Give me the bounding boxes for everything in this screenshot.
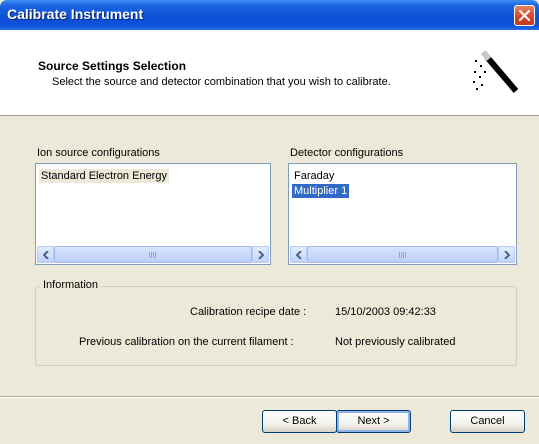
ion-source-listbox[interactable]: Standard Electron Energy: [35, 163, 271, 265]
scroll-thumb[interactable]: [54, 246, 252, 263]
close-button[interactable]: [514, 5, 535, 26]
divider: [0, 396, 539, 398]
list-item[interactable]: Standard Electron Energy: [39, 169, 169, 183]
detector-label: Detector configurations: [290, 147, 404, 159]
scroll-right-button[interactable]: [252, 246, 269, 263]
next-button[interactable]: Next >: [336, 410, 411, 433]
detector-listbox[interactable]: Faraday Multiplier 1: [288, 163, 517, 265]
close-icon: [519, 10, 530, 21]
window-title: Calibrate Instrument: [7, 6, 144, 22]
information-group: [35, 286, 517, 366]
scroll-right-button[interactable]: [498, 246, 515, 263]
header-subtitle: Select the source and detector combinati…: [52, 76, 391, 88]
back-button[interactable]: < Back: [262, 410, 337, 433]
ion-source-label: Ion source configurations: [37, 147, 160, 159]
magic-wand-icon: [473, 50, 519, 93]
calibrate-instrument-dialog: Calibrate Instrument Source Settings Sel…: [0, 0, 539, 444]
scroll-left-button[interactable]: [290, 246, 307, 263]
chevron-left-icon: [296, 251, 302, 259]
recipe-date-value: 15/10/2003 09:42:33: [335, 306, 436, 318]
previous-calibration-label: Previous calibration on the current fila…: [79, 336, 294, 348]
information-legend: Information: [40, 279, 102, 291]
title-bar[interactable]: Calibrate Instrument: [0, 0, 539, 30]
list-item-selected[interactable]: Multiplier 1: [292, 184, 350, 198]
list-item[interactable]: Faraday: [292, 169, 336, 183]
chevron-right-icon: [504, 251, 510, 259]
scroll-thumb[interactable]: [307, 246, 498, 263]
scroll-left-button[interactable]: [37, 246, 54, 263]
chevron-left-icon: [43, 251, 49, 259]
header-title: Source Settings Selection: [38, 59, 187, 73]
recipe-date-label: Calibration recipe date :: [190, 306, 307, 318]
wizard-header: Source Settings Selection Select the sou…: [0, 30, 539, 116]
previous-calibration-value: Not previously calibrated: [335, 336, 456, 348]
cancel-button[interactable]: Cancel: [450, 410, 525, 433]
detector-hscrollbar[interactable]: [290, 246, 515, 263]
ion-source-hscrollbar[interactable]: [37, 246, 269, 263]
chevron-right-icon: [258, 251, 264, 259]
